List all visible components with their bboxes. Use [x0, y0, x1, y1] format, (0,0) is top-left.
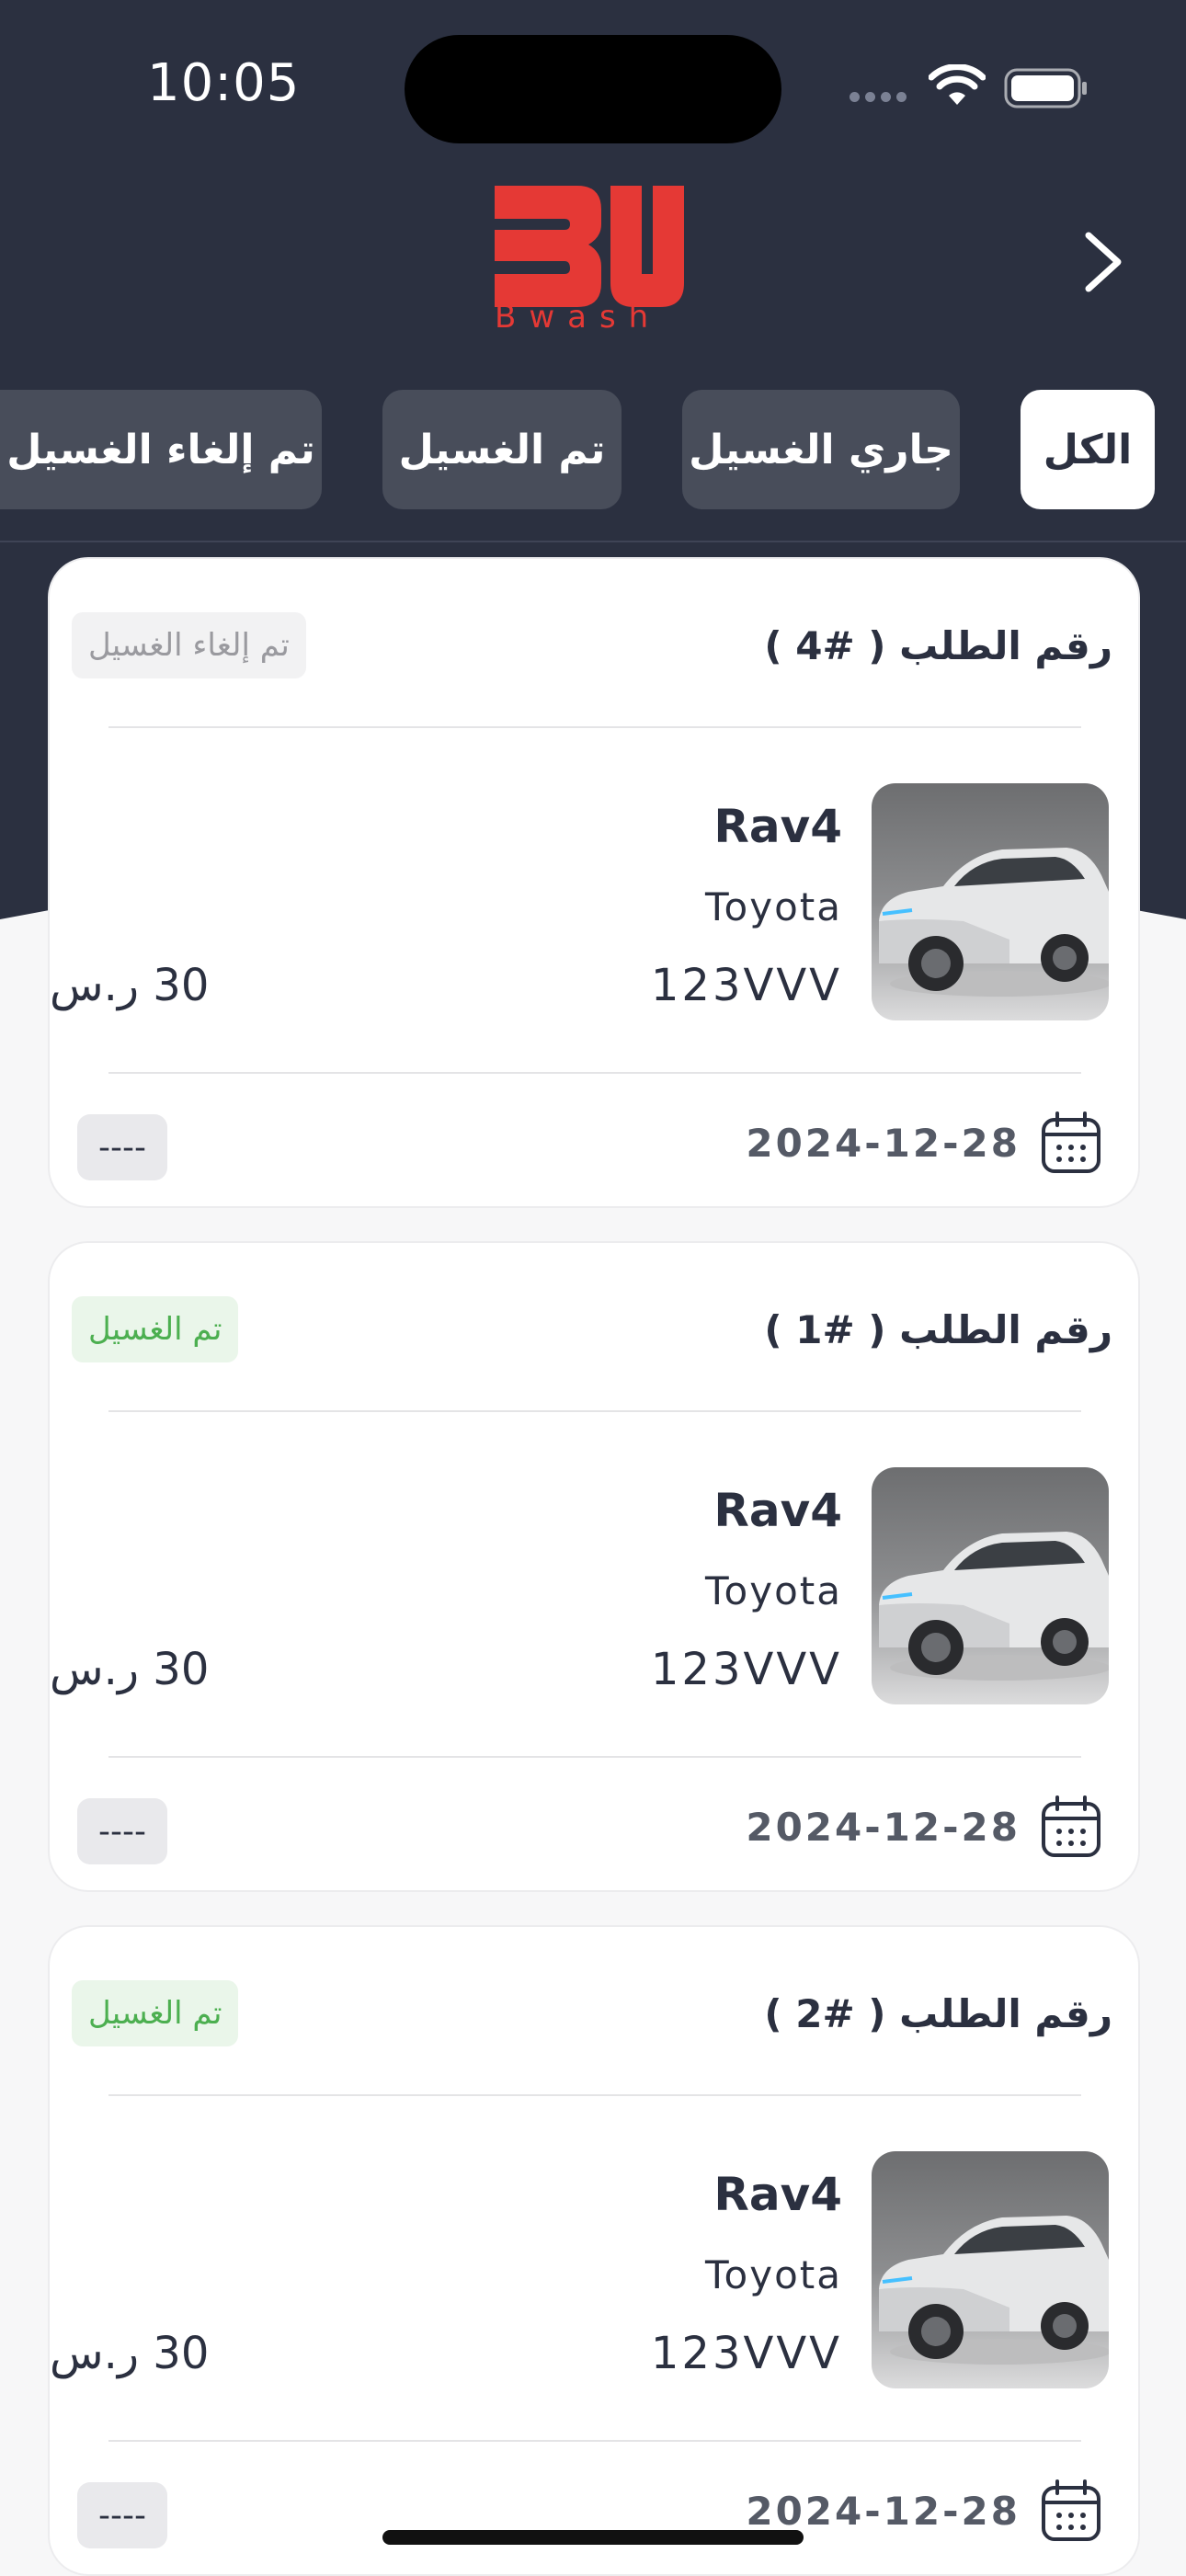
battery-icon	[1004, 68, 1087, 108]
car-image	[872, 2151, 1109, 2388]
divider	[108, 2094, 1081, 2096]
order-note: ----	[77, 1798, 167, 1864]
car-make: Toyota	[705, 2252, 842, 2297]
chevron-right-icon[interactable]	[1076, 230, 1131, 294]
bwash-logo: Bwash	[495, 186, 684, 331]
calendar-icon	[1042, 1795, 1100, 1857]
order-number: رقم الطلب ( #4 )	[764, 623, 1112, 668]
divider	[108, 1756, 1081, 1758]
cellular-signal-icon	[850, 92, 907, 102]
divider	[108, 1410, 1081, 1412]
order-date-row: 2024-12-28	[746, 1795, 1103, 1859]
order-number: رقم الطلب ( #1 )	[764, 1307, 1112, 1352]
tabs-divider	[0, 541, 1186, 542]
order-date: 2024-12-28	[746, 1804, 1021, 1850]
car-model: Rav4	[713, 2168, 842, 2221]
status-time: 10:05	[147, 53, 301, 113]
calendar-icon	[1042, 1111, 1100, 1173]
divider	[108, 1072, 1081, 1074]
order-note: ----	[77, 1114, 167, 1180]
order-price: 30 ر.س	[50, 1644, 210, 1695]
divider	[108, 2440, 1081, 2442]
order-note: ----	[77, 2482, 167, 2548]
tab-washed[interactable]: تم الغسيل	[382, 390, 622, 509]
order-date: 2024-12-28	[746, 2488, 1021, 2534]
status-tabs: الكل جاري الغسيل تم الغسيل تم إلغاء الغس…	[0, 390, 1186, 509]
tab-cancelled[interactable]: تم إلغاء الغسيل	[0, 390, 322, 509]
calendar-icon	[1042, 2479, 1100, 2541]
car-make: Toyota	[705, 884, 842, 929]
brand-name: Bwash	[495, 299, 661, 331]
status-badge: تم إلغاء الغسيل	[72, 612, 306, 678]
status-badge: تم الغسيل	[72, 1980, 239, 2046]
divider	[108, 726, 1081, 728]
car-image	[872, 783, 1109, 1020]
car-plate: 123VVV	[650, 960, 842, 1011]
status-badge: تم الغسيل	[72, 1296, 239, 1362]
car-image	[872, 1467, 1109, 1704]
car-model: Rav4	[713, 1484, 842, 1537]
order-price: 30 ر.س	[50, 960, 210, 1011]
order-number: رقم الطلب ( #2 )	[764, 1991, 1112, 2036]
order-card[interactable]: رقم الطلب ( #1 ) تم الغسيل Rav4 Toyota 1…	[48, 1241, 1140, 1892]
dynamic-island	[405, 35, 781, 143]
order-date-row: 2024-12-28	[746, 1111, 1103, 1175]
wifi-icon	[929, 64, 986, 105]
home-indicator	[382, 2530, 804, 2545]
car-plate: 123VVV	[650, 2328, 842, 2379]
car-make: Toyota	[705, 1568, 842, 1613]
order-price: 30 ر.س	[50, 2328, 210, 2379]
tab-in-progress[interactable]: جاري الغسيل	[682, 390, 960, 509]
order-date: 2024-12-28	[746, 1120, 1021, 1166]
order-card[interactable]: رقم الطلب ( #4 ) تم إلغاء الغسيل Rav4 To…	[48, 557, 1140, 1208]
tab-all[interactable]: الكل	[1021, 390, 1155, 509]
order-card[interactable]: رقم الطلب ( #2 ) تم الغسيل Rav4 Toyota 1…	[48, 1925, 1140, 2576]
car-model: Rav4	[713, 800, 842, 853]
car-plate: 123VVV	[650, 1644, 842, 1695]
